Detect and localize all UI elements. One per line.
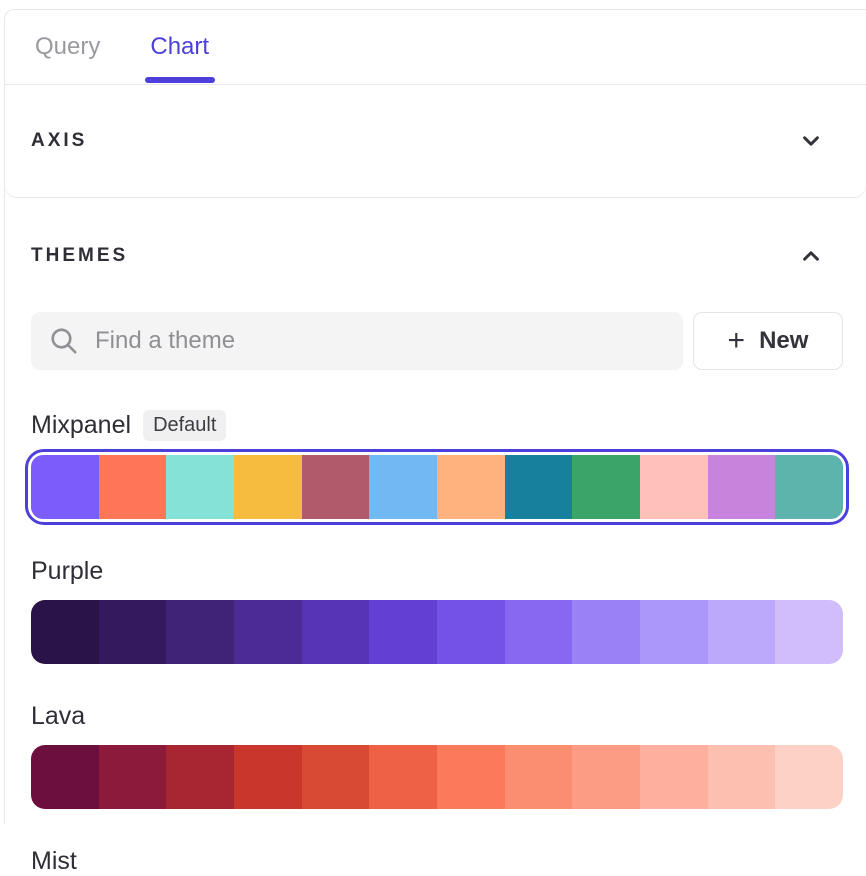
theme-name: Mixpanel bbox=[31, 411, 131, 440]
color-swatch bbox=[302, 600, 370, 664]
section-themes: THEMES + New Mixpanel Default bbox=[5, 207, 866, 876]
color-swatch bbox=[640, 455, 708, 519]
theme-label-row: Mist bbox=[31, 847, 843, 876]
theme-toolbar: + New bbox=[31, 312, 843, 370]
theme-swatch-bar[interactable] bbox=[25, 449, 849, 525]
tab-chart-label: Chart bbox=[150, 33, 209, 61]
tab-bar: Query Chart bbox=[5, 10, 866, 85]
theme-name: Purple bbox=[31, 557, 103, 586]
themes-section-header[interactable]: THEMES bbox=[5, 245, 866, 267]
color-swatch bbox=[369, 745, 437, 809]
theme-swatch-strip bbox=[31, 745, 843, 809]
color-swatch bbox=[437, 745, 505, 809]
tab-query-label: Query bbox=[35, 33, 100, 61]
theme-name: Mist bbox=[31, 847, 77, 876]
theme-search[interactable] bbox=[31, 312, 683, 370]
color-swatch bbox=[572, 745, 640, 809]
color-swatch bbox=[572, 600, 640, 664]
plus-icon: + bbox=[728, 326, 746, 356]
color-swatch bbox=[775, 745, 843, 809]
color-swatch bbox=[708, 600, 776, 664]
theme-swatch-strip bbox=[31, 600, 843, 664]
color-swatch bbox=[437, 455, 505, 519]
color-swatch bbox=[640, 745, 708, 809]
color-swatch bbox=[99, 745, 167, 809]
color-swatch bbox=[234, 600, 302, 664]
theme-swatch-bar[interactable] bbox=[31, 600, 843, 664]
color-swatch bbox=[166, 455, 234, 519]
chart-settings-panel: Query Chart AXIS THEMES bbox=[4, 9, 866, 824]
tab-query[interactable]: Query bbox=[31, 10, 104, 84]
new-theme-button-label: New bbox=[759, 327, 808, 355]
theme-row: Mixpanel Default bbox=[31, 410, 843, 525]
color-swatch bbox=[166, 745, 234, 809]
color-swatch bbox=[505, 455, 573, 519]
color-swatch bbox=[708, 745, 776, 809]
theme-label-row: Purple bbox=[31, 557, 843, 586]
theme-row: Lava bbox=[31, 702, 843, 809]
color-swatch bbox=[99, 455, 167, 519]
theme-name: Lava bbox=[31, 702, 85, 731]
section-divider-gap bbox=[5, 197, 866, 207]
theme-label-row: Lava bbox=[31, 702, 843, 731]
color-swatch bbox=[369, 600, 437, 664]
theme-row: Purple bbox=[31, 557, 843, 664]
color-swatch bbox=[708, 455, 776, 519]
theme-swatch-strip bbox=[31, 455, 843, 519]
color-swatch bbox=[505, 745, 573, 809]
themes-section-title: THEMES bbox=[31, 245, 128, 267]
color-swatch bbox=[369, 455, 437, 519]
color-swatch bbox=[775, 600, 843, 664]
theme-search-input[interactable] bbox=[95, 327, 665, 355]
theme-label-row: Mixpanel Default bbox=[31, 410, 843, 441]
chevron-up-icon[interactable] bbox=[800, 245, 822, 267]
color-swatch bbox=[166, 600, 234, 664]
theme-list: Mixpanel Default Purple Lava Mist bbox=[5, 410, 866, 876]
color-swatch bbox=[437, 600, 505, 664]
chevron-down-icon[interactable] bbox=[800, 130, 822, 152]
color-swatch bbox=[99, 600, 167, 664]
color-swatch bbox=[234, 455, 302, 519]
tab-chart[interactable]: Chart bbox=[146, 10, 213, 84]
theme-default-badge: Default bbox=[143, 410, 226, 441]
new-theme-button[interactable]: + New bbox=[693, 312, 843, 370]
search-icon bbox=[49, 326, 79, 356]
color-swatch bbox=[572, 455, 640, 519]
color-swatch bbox=[505, 600, 573, 664]
section-axis[interactable]: AXIS bbox=[5, 85, 866, 197]
theme-swatch-bar[interactable] bbox=[31, 745, 843, 809]
axis-section-title: AXIS bbox=[31, 130, 87, 152]
color-swatch bbox=[234, 745, 302, 809]
color-swatch bbox=[31, 745, 99, 809]
color-swatch bbox=[31, 455, 99, 519]
color-swatch bbox=[302, 745, 370, 809]
color-swatch bbox=[640, 600, 708, 664]
theme-row: Mist bbox=[31, 847, 843, 876]
tab-active-underline bbox=[145, 77, 215, 83]
color-swatch bbox=[31, 600, 99, 664]
color-swatch bbox=[302, 455, 370, 519]
color-swatch bbox=[775, 455, 843, 519]
